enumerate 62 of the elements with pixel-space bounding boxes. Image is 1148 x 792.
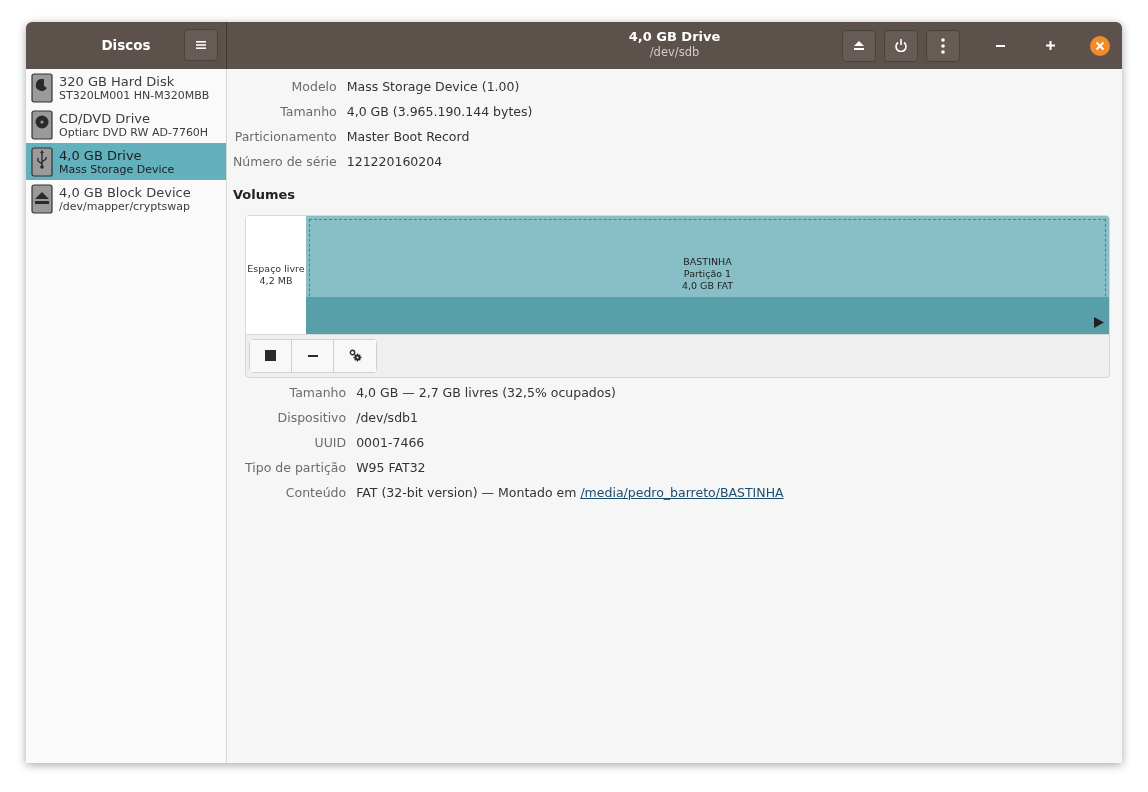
sidebar-title: Discos <box>101 36 151 56</box>
eject-button[interactable] <box>842 29 876 62</box>
close-icon <box>1090 35 1110 56</box>
plus-icon <box>1045 41 1055 50</box>
minus-icon <box>307 354 318 357</box>
drive-item[interactable]: 4,0 GB Drive Mass Storage Device <box>26 143 226 180</box>
harddisk-icon <box>31 72 53 103</box>
field-value: 4,0 GB (3.965.190.144 bytes) <box>346 103 534 121</box>
field-value: 4,0 GB — 2,7 GB livres (32,5% ocupados) <box>356 383 617 402</box>
field-value: W95 FAT32 <box>356 458 427 477</box>
section-heading: Volumes <box>233 186 296 204</box>
drive-name: 4,0 GB Drive <box>59 147 143 163</box>
field-label: Tamanho <box>279 103 337 121</box>
segment-label: BASTINHA <box>683 255 732 268</box>
drive-detail: /dev/mapper/cryptswap <box>59 199 191 213</box>
power-button[interactable] <box>884 29 918 62</box>
field-label: Tipo de partição <box>245 458 347 477</box>
drive-detail: Optiarc DVD RW AD-7760H <box>59 125 209 139</box>
close-button[interactable] <box>1088 33 1112 58</box>
segment-label: 4,2 MB <box>259 274 293 287</box>
play-icon <box>1094 316 1104 328</box>
mount-link[interactable]: /media/pedro_barreto/BASTINHA <box>580 482 784 502</box>
field-label: Modelo <box>290 78 337 96</box>
field-label: Particionamento <box>233 128 337 146</box>
field-value: Mass Storage Device (1.00) <box>346 78 521 96</box>
stop-icon <box>265 350 276 361</box>
window-subtitle: /dev/sdb <box>649 45 700 59</box>
field-value: FAT (32-bit version) — Montado em <box>356 483 578 502</box>
drive-name: CD/DVD Drive <box>59 110 151 126</box>
drive-detail: ST320LM001 HN-M320MBB <box>59 88 210 102</box>
more-icon <box>941 37 945 54</box>
field-label: Conteúdo <box>284 483 347 502</box>
drive-detail: Mass Storage Device <box>59 162 175 176</box>
segment-label: 4,0 GB FAT <box>681 279 734 292</box>
segment-label: Espaço livre <box>247 262 305 275</box>
field-label: Número de série <box>233 153 337 171</box>
field-value: 121220160204 <box>346 153 444 171</box>
menu-icon <box>196 40 206 50</box>
partition-segment[interactable]: BASTINHA Partição 1 4,0 GB FAT <box>306 215 1109 334</box>
minimize-icon <box>995 44 1005 47</box>
drive-item[interactable]: 320 GB Hard Disk ST320LM001 HN-M320MBB <box>26 69 226 106</box>
more-button[interactable] <box>926 29 960 62</box>
eject-icon <box>854 41 864 50</box>
drive-name: 320 GB Hard Disk <box>59 73 176 89</box>
eject-icon <box>31 183 53 214</box>
field-value: 0001-7466 <box>356 433 426 452</box>
gears-icon <box>348 349 362 362</box>
usb-icon <box>31 146 53 177</box>
segment-label: Partição 1 <box>683 267 732 280</box>
field-label: UUID <box>313 433 347 452</box>
free-space-segment[interactable]: Espaço livre 4,2 MB <box>246 215 306 334</box>
power-icon <box>895 39 907 52</box>
field-value: Master Boot Record <box>346 128 471 146</box>
field-value: /dev/sdb1 <box>356 408 419 427</box>
stop-button[interactable] <box>250 339 292 372</box>
menu-button[interactable] <box>184 29 218 61</box>
drive-item[interactable]: CD/DVD Drive Optiarc DVD RW AD-7760H <box>26 106 226 143</box>
drive-name: 4,0 GB Block Device <box>59 184 191 200</box>
field-label: Tamanho <box>288 383 347 402</box>
field-label: Dispositivo <box>276 408 347 427</box>
drive-item[interactable]: 4,0 GB Block Device /dev/mapper/cryptswap <box>26 180 226 217</box>
window-title: 4,0 GB Drive <box>628 29 721 45</box>
